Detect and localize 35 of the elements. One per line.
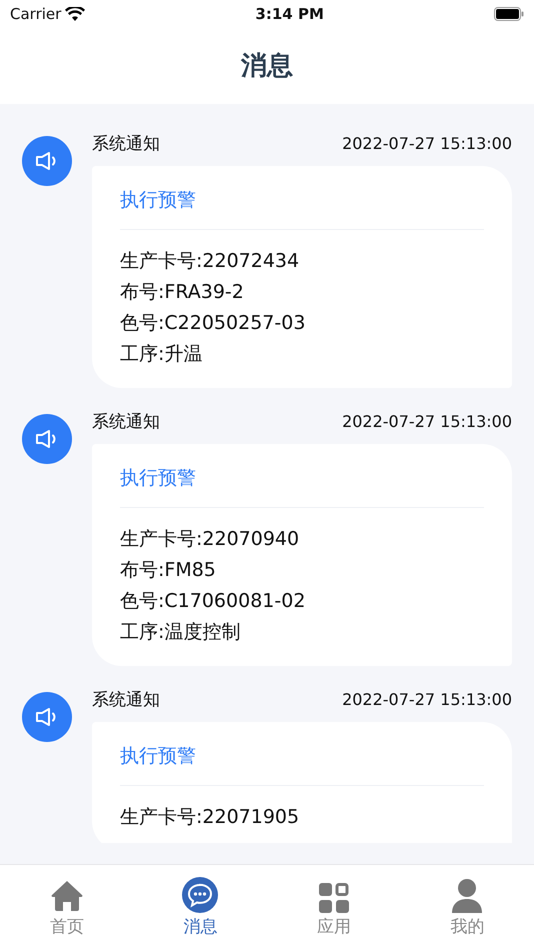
message-title: 执行预警 (120, 742, 484, 786)
message-time: 2022-07-27 15:13:00 (342, 411, 512, 433)
message-field: 布号:FM85 (120, 554, 484, 586)
tab-button[interactable]: 首页 (0, 865, 134, 950)
sender-name: 系统通知 (92, 133, 160, 156)
wifi-icon (65, 6, 86, 22)
message-card[interactable]: 执行预警 生产卡号:22070940 布号:FM85 色号:C17060081-02 工序:温度控制 (92, 444, 512, 666)
speaker-icon (22, 136, 72, 186)
message-field: 工序:温度控制 (120, 616, 484, 648)
message-field: 生产卡号:22072434 (120, 246, 484, 276)
message-field: 布号:FRA39-2 (120, 276, 484, 308)
chat-bubble-icon (182, 877, 218, 913)
tab-button[interactable]: 我的 (400, 865, 534, 950)
message-field: 色号:C22050257-03 (120, 308, 484, 338)
message-card[interactable]: 执行预警 生产卡号:22072434 布号:FRA39-2 色号:C22050257-03 工序:升温 (92, 166, 512, 388)
message-time: 2022-07-27 15:13:00 (342, 133, 512, 155)
message-field: 工序:升温 (120, 338, 484, 370)
message-field: 生产卡号:22070940 (120, 524, 484, 554)
message-card[interactable]: 执行预警 生产卡号:22071905 (92, 722, 512, 843)
sender-name: 系统通知 (92, 689, 160, 712)
speaker-icon (22, 692, 72, 742)
battery-icon (494, 7, 524, 21)
person-icon (452, 877, 482, 913)
tab-button[interactable]: 应用 (267, 865, 400, 950)
clock: 3:14 PM (255, 4, 324, 25)
sender-name: 系统通知 (92, 411, 160, 434)
carrier-label: Carrier (10, 4, 62, 25)
message-title: 执行预警 (120, 186, 484, 230)
tab-button[interactable]: 消息 (134, 865, 267, 950)
message-time: 2022-07-27 15:13:00 (342, 689, 512, 711)
page-title: 消息 (241, 50, 293, 82)
speaker-icon (22, 414, 72, 464)
message-field: 生产卡号:22071905 (120, 802, 484, 832)
message-field: 色号:C17060081-02 (120, 586, 484, 616)
message-title: 执行预警 (120, 464, 484, 508)
